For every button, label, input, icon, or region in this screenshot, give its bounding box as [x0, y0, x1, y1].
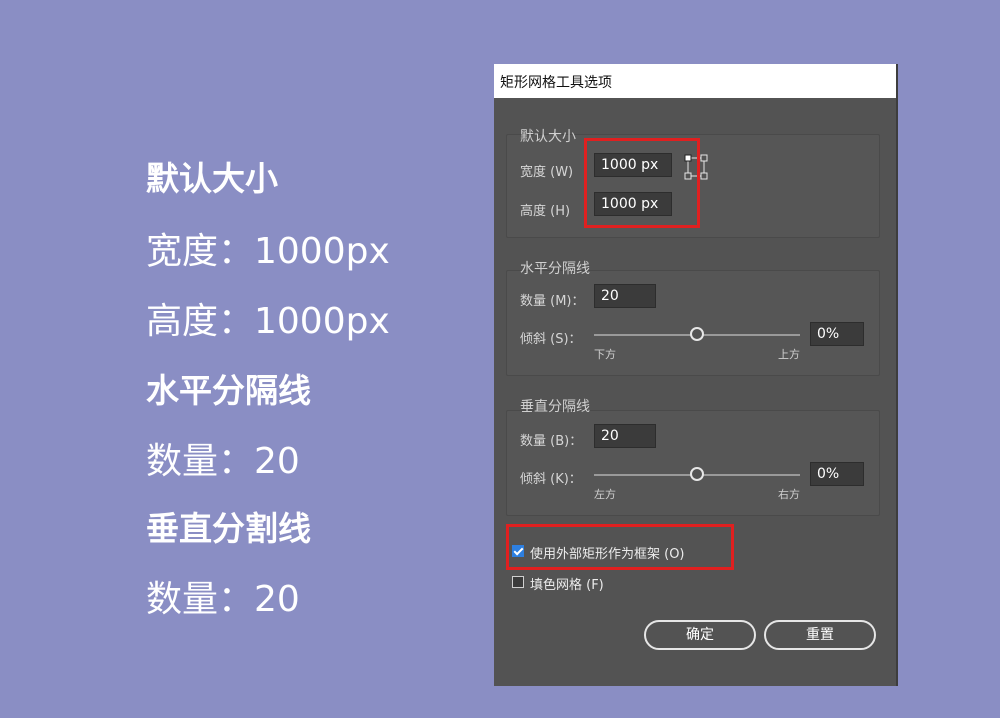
- vertical-heading: 垂直分割线: [146, 509, 311, 548]
- horizontal-group-title: 水平分隔线: [520, 261, 590, 277]
- vertical-skew-field[interactable]: 0%: [810, 462, 864, 486]
- horizontal-tick-right: 上方: [778, 348, 800, 361]
- vertical-group-title: 垂直分隔线: [520, 399, 590, 415]
- vertical-count-label: 数量 (B)：: [520, 434, 583, 449]
- rect-grid-options-dialog: 矩形网格工具选项 默认大小 宽度 (W) 1000 px 高度 (H) 1000…: [494, 64, 896, 686]
- horizontal-skew-label: 倾斜 (S)：: [520, 332, 582, 347]
- use-outer-rect-checkbox[interactable]: [512, 545, 524, 557]
- vertical-count-field[interactable]: 20: [594, 424, 656, 448]
- horizontal-skew-knob[interactable]: [690, 327, 704, 341]
- vertical-tick-right: 右方: [778, 488, 800, 501]
- height-label: 高度 (H): [520, 204, 571, 219]
- horizontal-count-line: 数量：20: [146, 441, 300, 482]
- width-label: 宽度 (W): [520, 165, 574, 180]
- horizontal-count-field[interactable]: 20: [594, 284, 656, 308]
- dialog-titlebar[interactable]: 矩形网格工具选项: [494, 64, 896, 98]
- horizontal-skew-field[interactable]: 0%: [810, 322, 864, 346]
- default-size-heading: 默认大小: [146, 159, 278, 198]
- vertical-count-line: 数量：20: [146, 579, 300, 620]
- dialog-edge: [896, 64, 898, 686]
- width-line: 宽度：1000px: [146, 231, 390, 272]
- size-highlight-box: [584, 138, 700, 228]
- default-size-group-title: 默认大小: [520, 129, 576, 145]
- horizontal-heading: 水平分隔线: [146, 371, 311, 410]
- fill-grid-label[interactable]: 填色网格 (F): [530, 574, 604, 593]
- vertical-skew-knob[interactable]: [690, 467, 704, 481]
- use-outer-rect-label[interactable]: 使用外部矩形作为框架 (O): [530, 543, 685, 562]
- fill-grid-checkbox[interactable]: [512, 576, 524, 588]
- dialog-title: 矩形网格工具选项: [500, 75, 612, 91]
- reset-button[interactable]: 重置: [764, 620, 876, 650]
- horizontal-tick-left: 下方: [594, 348, 616, 361]
- ok-button[interactable]: 确定: [644, 620, 756, 650]
- horizontal-count-label: 数量 (M)：: [520, 294, 585, 309]
- vertical-skew-label: 倾斜 (K)：: [520, 472, 582, 487]
- height-line: 高度：1000px: [146, 301, 390, 342]
- vertical-tick-left: 左方: [594, 488, 616, 501]
